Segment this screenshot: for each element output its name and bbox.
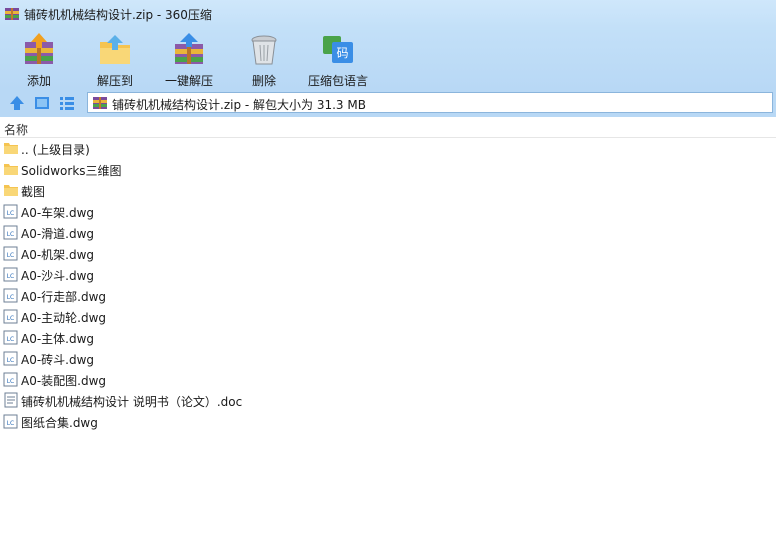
svg-text:LC: LC [7,231,15,238]
dwg-file-icon: LC [3,204,18,219]
svg-text:LC: LC [7,252,15,259]
file-list-header: 名称 [0,117,776,138]
list-item[interactable]: LC A0-装配图.dwg [0,369,776,390]
add-archive-icon [25,33,53,64]
dwg-file-icon: LC [3,414,18,429]
dwg-file-icon: LC [3,246,18,261]
svg-text:LC: LC [7,273,15,280]
svg-text:LC: LC [7,378,15,385]
up-arrow-icon[interactable] [8,94,26,112]
doc-file-icon [4,392,18,408]
svg-text:LC: LC [7,357,15,364]
list-item[interactable]: LC A0-沙斗.dwg [0,264,776,285]
address-text: 铺砖机机械结构设计.zip - 解包大小为 31.3 MB [112,98,366,112]
zip-archive-icon [93,97,107,109]
title-bar: 铺砖机机械结构设计.zip - 360压缩 [0,0,776,28]
folder-icon [4,143,18,154]
list-item[interactable]: LC A0-主动轮.dwg [0,306,776,327]
dwg-file-icon: LC [3,330,18,345]
file-name: 截图 [21,185,46,199]
one-click-extract-label: 一键解压 [164,74,213,88]
extract-folder-icon [100,35,130,64]
language-code-icon: 码 [323,36,353,63]
archive-language-label: 压缩包语言 [307,74,368,88]
file-name: 铺砖机机械结构设计 说明书（论文）.doc [21,395,243,409]
list-item[interactable]: LC A0-砖斗.dwg [0,348,776,369]
dwg-file-icon: LC [3,309,18,324]
list-item[interactable]: LC A0-行走部.dwg [0,285,776,306]
folder-icon [4,164,18,175]
file-name: A0-行走部.dwg [21,290,107,304]
address-field[interactable]: 铺砖机机械结构设计.zip - 解包大小为 31.3 MB [87,92,773,113]
list-item[interactable]: 截图 [0,180,776,201]
one-click-extract-icon [175,33,203,64]
dwg-file-icon: LC [3,351,18,366]
list-item[interactable]: Solidworks三维图 [0,159,776,180]
delete-button[interactable]: 删除 [226,30,302,88]
file-name: A0-主体.dwg [21,332,95,346]
file-name: 图纸合集.dwg [21,416,98,430]
list-item[interactable]: 铺砖机机械结构设计 说明书（论文）.doc [0,390,776,411]
list-item[interactable]: LC A0-车架.dwg [0,201,776,222]
list-item[interactable]: LC A0-主体.dwg [0,327,776,348]
dwg-file-icon: LC [3,225,18,240]
one-click-extract-button[interactable]: 一键解压 [151,30,227,88]
dwg-file-icon: LC [3,288,18,303]
file-name: A0-装配图.dwg [21,374,107,388]
file-name: A0-沙斗.dwg [21,269,95,283]
list-item[interactable]: .. (上级目录) [0,138,776,159]
file-name: Solidworks三维图 [21,164,122,178]
column-header-name[interactable]: 名称 [4,121,28,138]
file-name: A0-滑道.dwg [21,227,95,241]
address-bar-row: 铺砖机机械结构设计.zip - 解包大小为 31.3 MB [0,90,776,117]
svg-text:LC: LC [7,420,15,427]
dwg-file-icon: LC [3,267,18,282]
file-name: A0-砖斗.dwg [21,353,95,367]
large-icon-view-icon[interactable] [33,94,51,112]
svg-text:LC: LC [7,294,15,301]
list-item[interactable]: LC A0-机架.dwg [0,243,776,264]
svg-text:LC: LC [7,315,15,322]
svg-text:LC: LC [7,336,15,343]
archive-language-button[interactable]: 码 压缩包语言 [300,30,376,88]
file-name: A0-机架.dwg [21,248,95,262]
file-name: A0-主动轮.dwg [21,311,107,325]
archive-app-icon [5,8,19,20]
extract-to-label: 解压到 [96,74,133,88]
file-name: .. (上级目录) [21,143,90,157]
add-label: 添加 [26,74,51,88]
file-name: A0-车架.dwg [21,206,95,220]
add-button[interactable]: 添加 [1,30,77,88]
list-view-icon[interactable] [58,94,76,112]
language-glyph: 码 [336,46,348,60]
list-item[interactable]: LC A0-滑道.dwg [0,222,776,243]
main-toolbar: 添加 解压到 一键解压 删除 码 压缩包语言 [0,28,776,90]
extract-to-button[interactable]: 解压到 [77,30,153,88]
window-title: 铺砖机机械结构设计.zip - 360压缩 [24,8,212,22]
delete-label: 删除 [251,74,276,88]
dwg-file-icon: LC [3,372,18,387]
folder-icon [4,185,18,196]
trash-icon [251,35,277,65]
list-item[interactable]: LC 图纸合集.dwg [0,411,776,432]
svg-text:LC: LC [7,210,15,217]
